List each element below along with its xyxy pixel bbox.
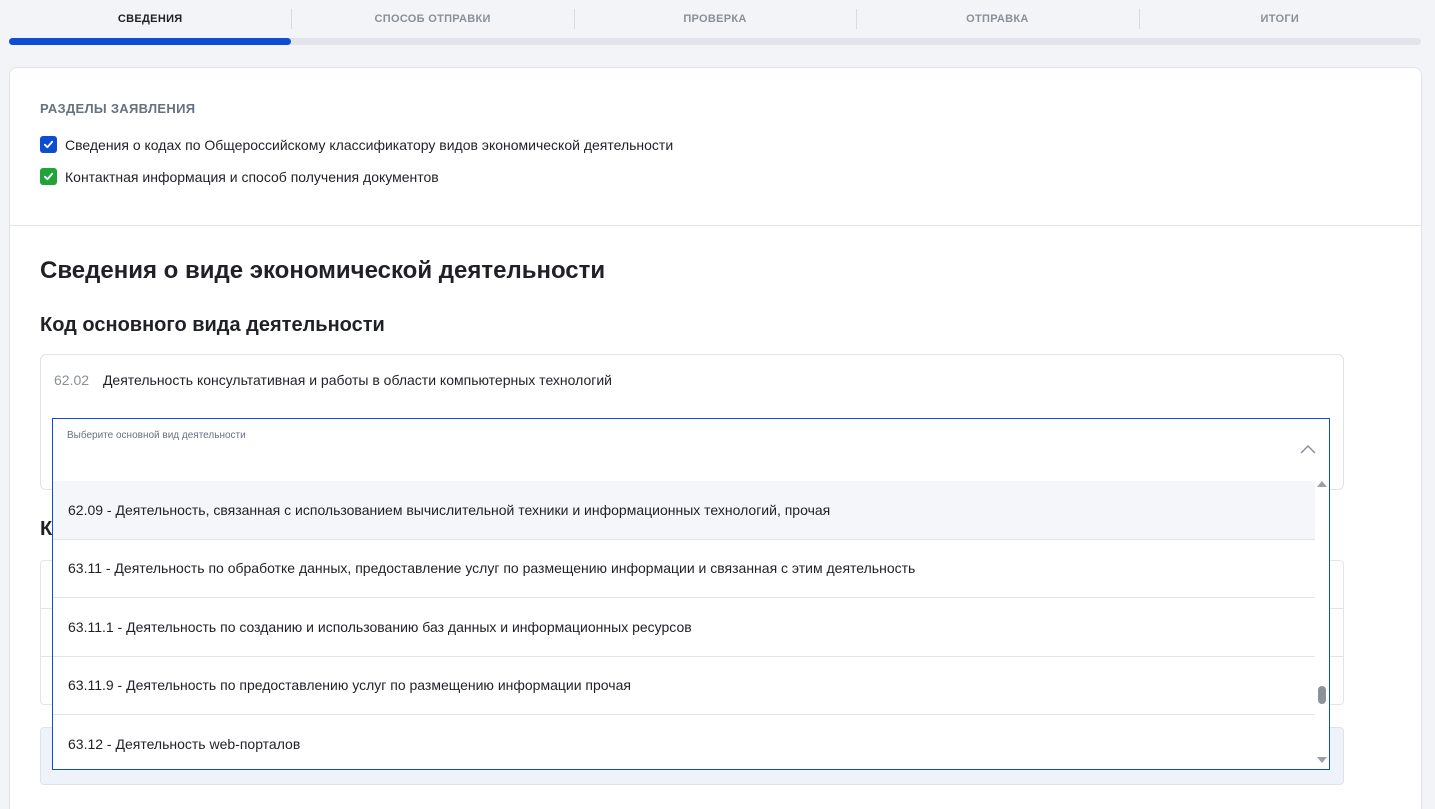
progress-track: [9, 38, 1421, 45]
scrollbar-thumb[interactable]: [1318, 686, 1326, 704]
select-option[interactable]: 63.11.9 - Деятельность по предоставлению…: [53, 657, 1315, 715]
current-activity-name: Деятельность консультативная и работы в …: [102, 372, 612, 388]
step-sposob-otpravki[interactable]: СПОСОБ ОТПРАВКИ: [291, 0, 573, 38]
select-option[interactable]: 63.12 - Деятельность web-порталов: [53, 715, 1315, 774]
current-activity: 62.02 Деятельность консультативная и раб…: [54, 372, 612, 388]
main-activity-select[interactable]: Выберите основной вид деятельности 62.09…: [52, 418, 1330, 770]
select-option[interactable]: 63.11.1 - Деятельность по созданию и исп…: [53, 598, 1315, 657]
checkbox-checked-icon[interactable]: [40, 136, 57, 153]
progress-fill: [9, 38, 292, 45]
section-contacts-checkbox-row[interactable]: Контактная информация и способ получения…: [40, 168, 439, 185]
checkbox-checked-icon[interactable]: [40, 168, 57, 185]
step-itogi[interactable]: ИТОГИ: [1138, 0, 1421, 38]
scroll-down-arrow-icon[interactable]: [1317, 757, 1327, 763]
section-okved-checkbox-row[interactable]: Сведения о кодах по Общероссийскому клас…: [40, 136, 673, 153]
sections-title: РАЗДЕЛЫ ЗАЯВЛЕНИЯ: [40, 101, 196, 116]
step-otpravka[interactable]: ОТПРАВКА: [856, 0, 1138, 38]
divider: [10, 225, 1421, 226]
step-svedeniya[interactable]: СВЕДЕНИЯ: [9, 0, 291, 38]
additional-activity-heading: К: [40, 518, 53, 540]
step-proverka[interactable]: ПРОВЕРКА: [573, 0, 856, 38]
scroll-up-arrow-icon[interactable]: [1317, 481, 1327, 487]
chevron-up-icon[interactable]: [1299, 443, 1317, 455]
select-header[interactable]: Выберите основной вид деятельности: [53, 419, 1329, 477]
dropdown-scrollbar[interactable]: [1314, 477, 1329, 769]
main-activity-heading: Код основного вида деятельности: [40, 314, 385, 336]
progress-stepper: СВЕДЕНИЯ СПОСОБ ОТПРАВКИ ПРОВЕРКА ОТПРАВ…: [9, 0, 1421, 46]
select-option[interactable]: 62.09 - Деятельность, связанная с исполь…: [53, 481, 1315, 540]
select-label: Выберите основной вид деятельности: [67, 430, 246, 441]
select-option[interactable]: 63.11 - Деятельность по обработке данных…: [53, 540, 1315, 598]
section-okved-label: Сведения о кодах по Общероссийскому клас…: [65, 136, 674, 153]
section-contacts-label: Контактная информация и способ получения…: [65, 168, 439, 185]
page-title: Сведения о виде экономической деятельнос…: [40, 257, 606, 284]
select-options-list: 62.09 - Деятельность, связанная с исполь…: [53, 481, 1315, 774]
current-activity-code: 62.02: [54, 372, 90, 388]
